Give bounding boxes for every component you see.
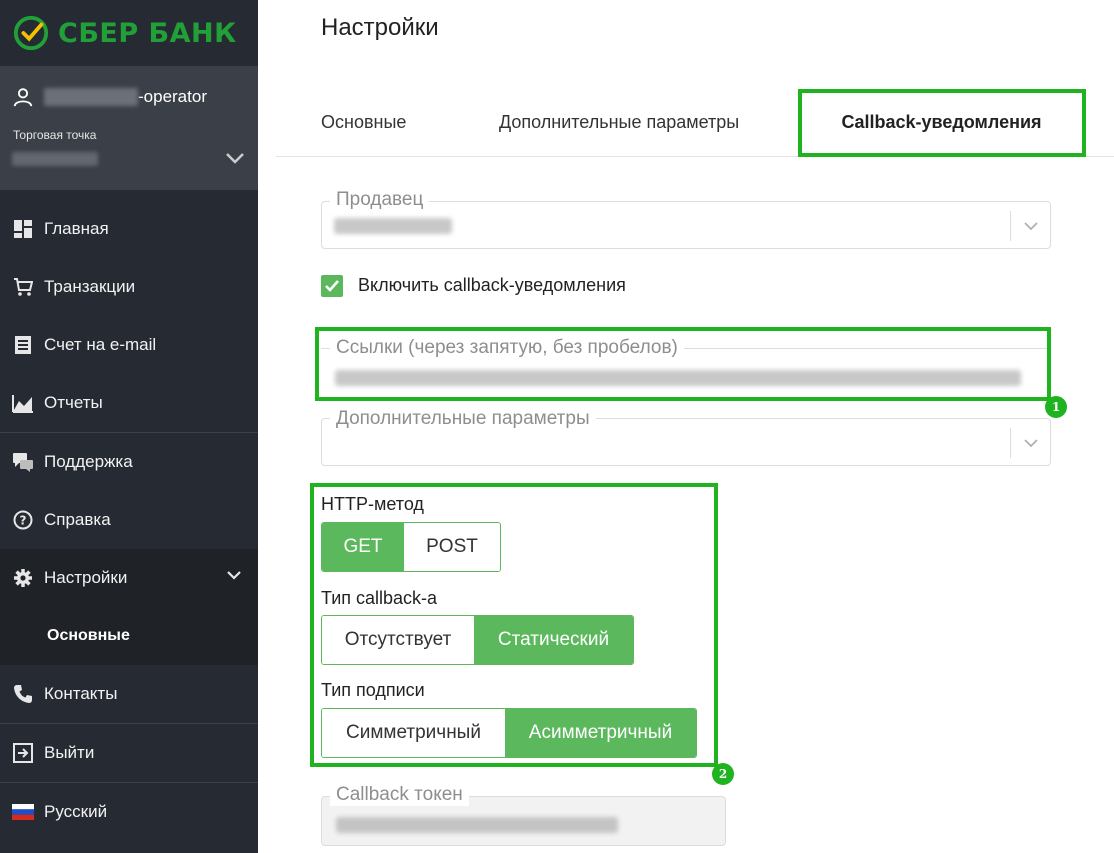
sidebar-item-label: Поддержка: [44, 452, 133, 471]
annotation-badge-2: 2: [712, 763, 734, 785]
sidebar-item-label: Русский: [44, 802, 108, 821]
user-name-redacted: [44, 88, 138, 106]
highlight-links-field: [315, 327, 1051, 401]
brand-name: СБЕР БАНК: [58, 17, 237, 49]
sidebar-item-contacts[interactable]: Контакты: [0, 665, 258, 723]
russia-flag-icon: [12, 801, 34, 823]
sber-logo-icon: [13, 15, 49, 51]
help-icon: ?: [12, 509, 34, 531]
list-icon: [12, 334, 34, 356]
phone-icon: [12, 683, 34, 705]
callback-token-label: Callback токен: [330, 784, 469, 806]
sidebar-item-logout[interactable]: Выйти: [0, 724, 258, 782]
cart-icon: [12, 276, 34, 298]
tab-additional-params[interactable]: Дополнительные параметры: [499, 88, 739, 156]
annotation-badge-1: 1: [1045, 396, 1067, 418]
chart-icon: [12, 392, 34, 414]
chat-icon: [12, 451, 34, 473]
enable-callbacks-checkbox[interactable]: [321, 275, 343, 297]
tab-basic[interactable]: Основные: [321, 88, 406, 156]
chevron-down-icon: [227, 571, 241, 580]
sidebar-item-label: Выйти: [44, 743, 95, 762]
sidebar-item-label: Справка: [44, 510, 111, 529]
seller-dropdown-toggle[interactable]: [1010, 211, 1050, 241]
sidebar-item-home[interactable]: Главная: [0, 200, 258, 258]
sidebar-item-transactions[interactable]: Транзакции: [0, 258, 258, 316]
svg-text:?: ?: [20, 514, 27, 528]
brand-logo[interactable]: СБЕР БАНК: [0, 0, 258, 66]
sidebar-item-reports[interactable]: Отчеты: [0, 374, 258, 432]
sidebar-item-settings[interactable]: Настройки: [0, 549, 258, 607]
highlight-toggle-group: [310, 483, 718, 767]
sidebar-item-label: Счет на e-mail: [44, 335, 157, 354]
user-icon: [13, 88, 33, 107]
sidebar-item-language[interactable]: Русский: [0, 783, 258, 841]
seller-value-redacted: [334, 218, 452, 234]
callback-token-value-redacted: [336, 817, 618, 833]
seller-select[interactable]: [321, 201, 1051, 249]
extra-params-label: Дополнительные параметры: [330, 408, 596, 430]
sidebar-item-label: Транзакции: [44, 277, 136, 296]
sidebar-item-label: Отчеты: [44, 393, 103, 412]
logout-icon: [12, 742, 34, 764]
sidebar-item-email-invoice[interactable]: Счет на e-mail: [0, 316, 258, 374]
store-value-redacted: [12, 152, 98, 166]
highlight-callback-tab: [798, 89, 1086, 157]
sidebar-item-label: Контакты: [44, 684, 118, 703]
sidebar: СБЕР БАНК -operator Торговая точка Главн…: [0, 0, 258, 853]
gear-icon: [12, 567, 34, 589]
main-content: Настройки Основные Дополнительные параме…: [258, 0, 1114, 853]
sidebar-subitem-basic[interactable]: Основные: [0, 607, 258, 665]
user-block[interactable]: -operator Торговая точка: [0, 66, 258, 190]
sidebar-item-label: Настройки: [44, 568, 128, 587]
chevron-down-icon: [1023, 222, 1038, 231]
chevron-down-icon: [1023, 439, 1038, 448]
extra-params-dropdown-toggle[interactable]: [1010, 428, 1050, 458]
sidebar-item-help[interactable]: ? Справка: [0, 491, 258, 549]
seller-label: Продавец: [330, 189, 430, 211]
store-label: Торговая точка: [13, 128, 97, 142]
checkmark-icon: [325, 280, 339, 292]
user-name-suffix: -operator: [138, 87, 207, 106]
chevron-down-icon[interactable]: [224, 150, 246, 166]
dashboard-icon: [12, 218, 34, 240]
enable-callbacks-label[interactable]: Включить callback-уведомления: [358, 275, 626, 296]
sidebar-item-label: Главная: [44, 219, 109, 238]
page-title: Настройки: [321, 14, 439, 41]
sidebar-nav: Главная Транзакции Счет на e-mail Отчеты: [0, 200, 258, 841]
sidebar-item-support[interactable]: Поддержка: [0, 433, 258, 491]
